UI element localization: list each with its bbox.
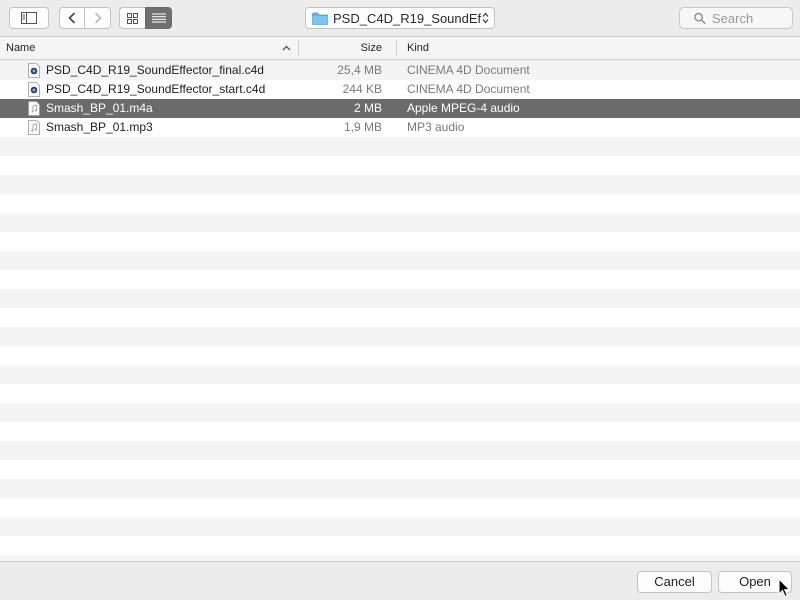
file-kind: Apple MPEG-4 audio — [407, 101, 520, 115]
back-button[interactable] — [59, 7, 85, 29]
cancel-button[interactable]: Cancel — [637, 571, 712, 593]
file-kind: CINEMA 4D Document — [407, 82, 530, 96]
column-kind[interactable]: Kind — [407, 37, 429, 59]
audio-file-icon — [28, 120, 40, 135]
column-size[interactable]: Size — [361, 37, 382, 59]
file-row[interactable]: PSD_C4D_R19_SoundEffector_final.c4d 25,4 … — [0, 61, 800, 80]
file-size: 1,9 MB — [343, 120, 382, 134]
list-stripe — [0, 403, 800, 422]
list-view-button[interactable] — [145, 7, 172, 29]
bottom-bar: Cancel Open — [0, 561, 800, 600]
icon-view-button[interactable] — [119, 7, 146, 29]
file-row[interactable]: Smash_BP_01.m4a 2 MB Apple MPEG-4 audio — [0, 99, 800, 118]
column-name[interactable]: Name — [6, 37, 35, 59]
file-kind: MP3 audio — [407, 120, 465, 134]
file-row[interactable]: Smash_BP_01.mp3 1,9 MB MP3 audio — [0, 118, 800, 137]
search-input[interactable] — [706, 10, 792, 26]
file-name: Smash_BP_01.mp3 — [46, 120, 153, 134]
mouse-pointer-icon — [778, 578, 791, 598]
list-stripe — [0, 175, 800, 194]
file-size: 244 KB — [342, 82, 382, 96]
icon-grid-icon — [127, 12, 138, 24]
file-size: 2 MB — [353, 101, 382, 115]
toolbar: PSD_C4D_R19_SoundEf… — [0, 0, 800, 37]
list-stripe — [0, 251, 800, 270]
c4d-document-icon — [28, 82, 40, 97]
list-stripe — [0, 137, 800, 156]
list-stripe — [0, 517, 800, 536]
file-name: PSD_C4D_R19_SoundEffector_start.c4d — [46, 82, 266, 96]
file-name: PSD_C4D_R19_SoundEffector_final.c4d — [46, 63, 264, 77]
audio-file-icon — [28, 101, 40, 116]
file-list[interactable]: PSD_C4D_R19_SoundEffector_final.c4d 25,4 … — [0, 61, 800, 561]
location-popup[interactable]: PSD_C4D_R19_SoundEf… — [305, 7, 495, 29]
column-divider[interactable] — [396, 40, 397, 56]
file-row[interactable]: PSD_C4D_R19_SoundEffector_start.c4d 244 K… — [0, 80, 800, 99]
file-kind: CINEMA 4D Document — [407, 63, 530, 77]
location-label: PSD_C4D_R19_SoundEf… — [333, 10, 482, 26]
sort-ascending-icon — [282, 45, 291, 51]
column-divider[interactable] — [298, 40, 299, 56]
list-stripe — [0, 213, 800, 232]
c4d-document-icon — [28, 63, 40, 78]
list-stripe — [0, 441, 800, 460]
file-name: Smash_BP_01.m4a — [46, 101, 153, 115]
list-stripe — [0, 327, 800, 346]
search-icon — [694, 12, 706, 24]
search-field[interactable] — [679, 7, 793, 29]
file-size: 25,4 MB — [337, 63, 382, 77]
list-stripe — [0, 479, 800, 498]
up-down-chevron-icon — [482, 12, 489, 24]
folder-icon — [312, 12, 328, 25]
list-stripe — [0, 289, 800, 308]
forward-button[interactable] — [84, 7, 111, 29]
chevron-left-icon — [68, 12, 76, 24]
list-stripe — [0, 365, 800, 384]
chevron-right-icon — [94, 12, 102, 24]
sidebar-toggle-icon — [21, 12, 37, 24]
list-view-icon — [151, 13, 166, 23]
sidebar-toggle-button[interactable] — [9, 7, 49, 29]
column-header: Name Size Kind — [0, 37, 800, 60]
